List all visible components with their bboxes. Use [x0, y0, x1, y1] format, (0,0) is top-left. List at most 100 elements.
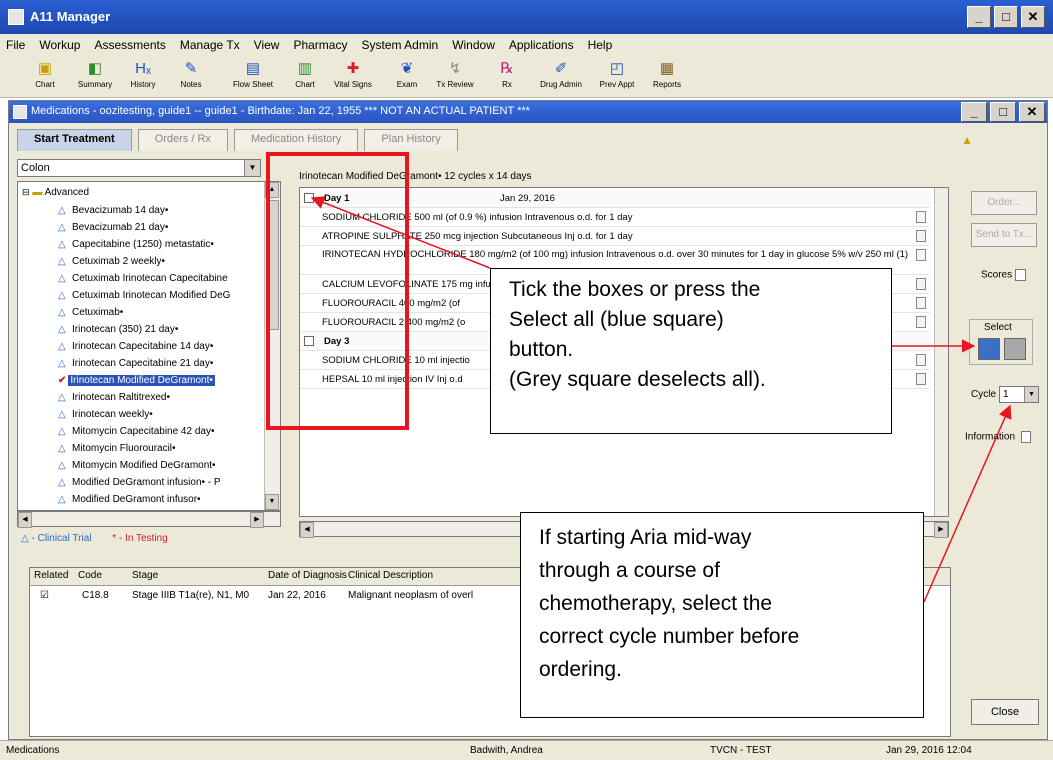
tree-item[interactable]: △ Mitomycin Capecitabine 42 day• [58, 423, 214, 440]
tree-item-label: Irinotecan Capecitabine 21 day• [72, 358, 214, 369]
inner-minimize-button[interactable]: _ [961, 102, 987, 122]
tree-item[interactable]: △ Cetuximab• [58, 304, 123, 321]
tree-item-label: Cetuximab 2 weekly• [72, 256, 165, 267]
chart-icon: ▥ [297, 60, 313, 77]
tab-medication-history[interactable]: Medication History [233, 129, 359, 151]
minimize-button[interactable]: _ [967, 6, 991, 28]
tree-item[interactable]: △ Modified DeGramont infusion• - P [58, 474, 221, 491]
column-stage[interactable]: Stage [132, 570, 158, 581]
tree-item[interactable]: △ Irinotecan Capecitabine 21 day• [58, 355, 213, 372]
tree-item[interactable]: △ Irinotecan weekly• [58, 406, 153, 423]
document-icon[interactable] [916, 354, 926, 366]
tree-item[interactable]: △ Irinotecan Capecitabine 14 day• [58, 338, 213, 355]
tree-item[interactable]: △ Bevacizumab 21 day• [58, 219, 168, 236]
select-all-button[interactable] [978, 338, 1000, 360]
column-date[interactable]: Date of Diagnosis [268, 570, 347, 581]
scroll-right-icon[interactable]: ▶ [250, 512, 264, 528]
tree-item[interactable]: △ Modified DeGramont infusor• [58, 491, 201, 508]
menu-window[interactable]: Window [452, 38, 495, 52]
deselect-all-button[interactable] [1004, 338, 1026, 360]
chevron-down-icon[interactable]: ▼ [1024, 387, 1038, 402]
tree-item[interactable]: △ Cetuximab Irinotecan Modified DeG [58, 287, 230, 304]
maximize-button[interactable]: □ [994, 6, 1018, 28]
toolbar-history[interactable]: Hₓ History [120, 60, 166, 94]
tree-item[interactable]: △ Irinotecan Raltitrexed• [58, 389, 170, 406]
toolbar-drug-admin[interactable]: ✐ Drug Admin [538, 60, 584, 94]
document-icon[interactable] [916, 373, 926, 385]
toolbar-reports[interactable]: ▦ Reports [644, 60, 690, 94]
scroll-down-icon[interactable]: ▼ [265, 494, 279, 510]
menu-workup[interactable]: Workup [39, 38, 80, 52]
column-description[interactable]: Clinical Description [348, 570, 433, 581]
toolbar-chart[interactable]: ▣ Chart [22, 60, 68, 94]
toolbar-flowsheet[interactable]: ▤ Flow Sheet [230, 60, 276, 94]
menu-assessments[interactable]: Assessments [94, 38, 165, 52]
inner-maximize-button[interactable]: □ [990, 102, 1016, 122]
protocol-filter-select[interactable]: Colon ▼ [17, 159, 261, 177]
protocol-icon: △ [58, 443, 66, 454]
toolbar-rx[interactable]: ℞ Rx [484, 60, 530, 94]
tab-orders-rx[interactable]: Orders / Rx [137, 129, 228, 151]
stethoscope-icon: ❦ [400, 60, 414, 77]
send-to-tx-button[interactable]: Send to Tx... [971, 223, 1037, 247]
document-icon[interactable] [916, 316, 926, 328]
column-code[interactable]: Code [78, 570, 102, 581]
menu-view[interactable]: View [254, 38, 280, 52]
protocol-icon: △ [58, 239, 66, 250]
menu-file[interactable]: File [6, 38, 25, 52]
menu-manage-tx[interactable]: Manage Tx [180, 38, 240, 52]
protocol-tree: ⊟ ▬ Advanced △ Bevacizumab 14 day• △ Bevaci… [17, 181, 281, 511]
scroll-left-icon[interactable]: ◀ [300, 522, 314, 538]
cycle-select[interactable]: 1 ▼ [999, 386, 1039, 403]
menu-system-admin[interactable]: System Admin [361, 38, 438, 52]
scroll-left-icon[interactable]: ◀ [18, 512, 32, 528]
document-icon[interactable] [916, 249, 926, 261]
scroll-right-icon[interactable]: ▶ [934, 522, 948, 538]
close-button[interactable]: ✕ [1021, 6, 1045, 28]
chevron-down-icon[interactable]: ▼ [244, 160, 260, 176]
close-dialog-button[interactable]: Close [971, 699, 1039, 725]
toolbar-chart2[interactable]: ▥ Chart [282, 60, 328, 94]
rx-icon: ℞ [500, 60, 514, 77]
status-user: Badwith, Andrea [470, 745, 543, 756]
document-icon[interactable] [916, 297, 926, 309]
tree-legend: △ - Clinical Trial * - In Testing [21, 533, 168, 544]
document-icon[interactable] [916, 278, 926, 290]
toolbar-vital-signs[interactable]: ✚ Vital Signs [330, 60, 376, 94]
toolbar-prev-appt[interactable]: ◰ Prev Appt [594, 60, 640, 94]
tree-item[interactable]: △ Mitomycin Modified DeGramont• [58, 457, 216, 474]
tree-item[interactable]: △ Bevacizumab 14 day• [58, 202, 168, 219]
tab-plan-history[interactable]: Plan History [364, 129, 458, 151]
toolbar-exam[interactable]: ❦ Exam [384, 60, 430, 94]
tree-item[interactable]: △ Cetuximab 2 weekly• [58, 253, 165, 270]
tree-hscrollbar[interactable]: ◀ ▶ [17, 511, 281, 528]
menu-applications[interactable]: Applications [509, 38, 574, 52]
toolbar-summary[interactable]: ◧ Summary [72, 60, 118, 94]
inner-close-button[interactable]: ✕ [1019, 102, 1045, 122]
menu-help[interactable]: Help [588, 38, 613, 52]
document-icon[interactable] [916, 230, 926, 242]
order-button[interactable]: Order... [971, 191, 1037, 215]
tree-root[interactable]: ⊟ ▬ Advanced [22, 184, 89, 201]
status-module: Medications [6, 745, 60, 756]
related-checkbox[interactable]: ☑ [40, 590, 49, 601]
tree-item-label: Bevacizumab 21 day• [72, 222, 169, 233]
vital-signs-icon: ✚ [346, 60, 360, 77]
scores-icon[interactable] [1015, 269, 1027, 281]
column-related[interactable]: Related [34, 570, 68, 581]
information-icon[interactable] [1020, 431, 1031, 443]
menu-pharmacy[interactable]: Pharmacy [293, 38, 347, 52]
tree-item[interactable]: △ Mitomycin Fluorouracil• [58, 440, 176, 457]
tree-item[interactable]: △ Irinotecan (350) 21 day• [58, 321, 178, 338]
collapse-icon[interactable]: ⊟ [22, 187, 30, 197]
tree-item[interactable]: △ Cetuximab Irinotecan Capecitabine [58, 270, 228, 287]
tab-start-treatment[interactable]: Start Treatment [17, 129, 132, 151]
toolbar-notes[interactable]: ✎ Notes [168, 60, 214, 94]
diagnosis-code: C18.8 [82, 590, 109, 601]
tree-item[interactable]: △ Capecitabine (1250) metastatic• [58, 236, 214, 253]
toolbar-tx-review[interactable]: ↯ Tx Review [432, 60, 478, 94]
document-icon[interactable] [916, 211, 926, 223]
tree-item[interactable]: ✔ Irinotecan Modified DeGramont• [58, 372, 215, 389]
clinical-trial-icon: △ [21, 533, 29, 544]
detail-scrollbar[interactable] [934, 188, 948, 516]
